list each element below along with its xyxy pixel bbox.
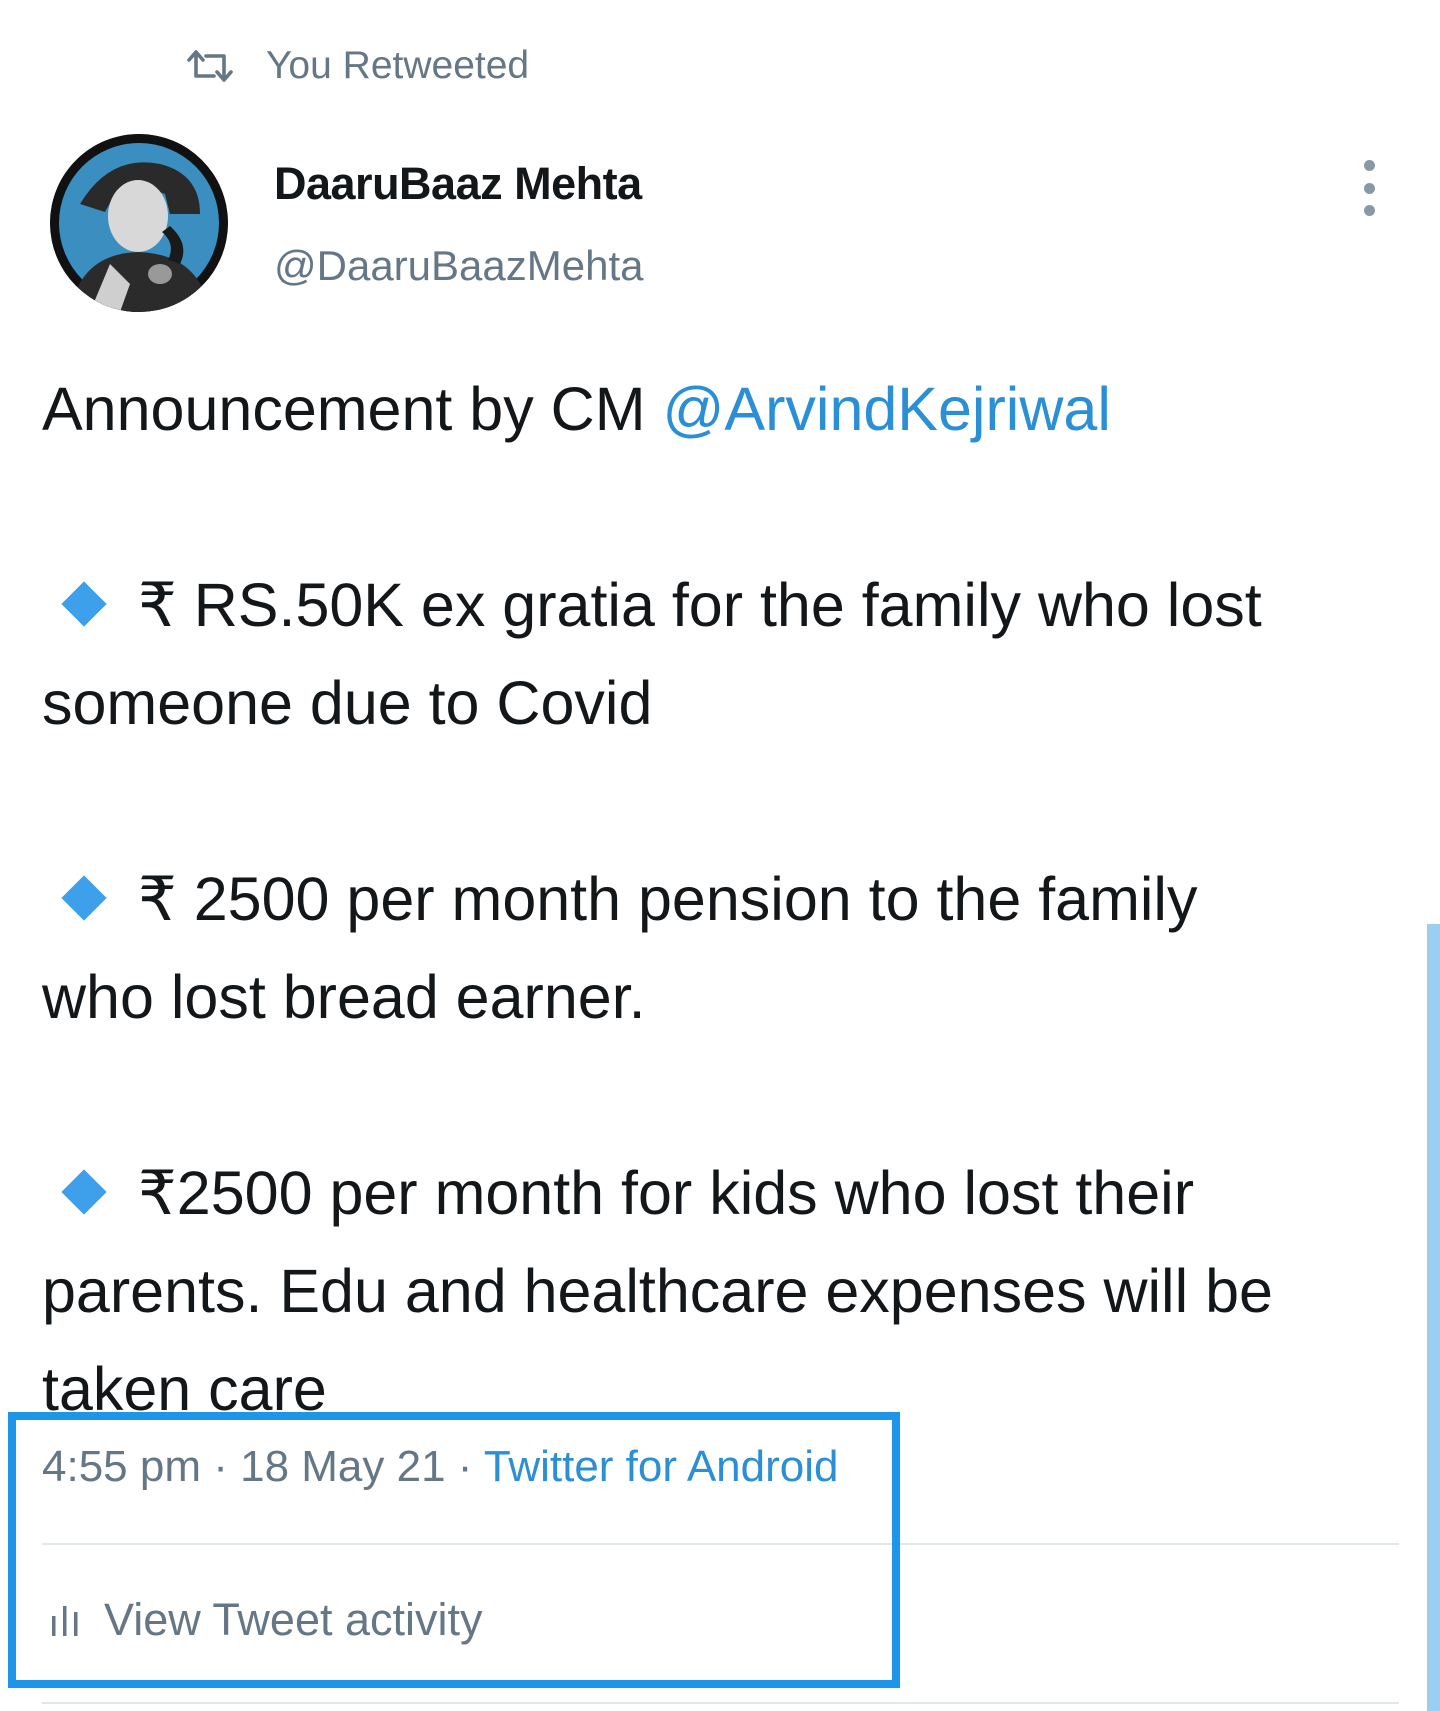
more-dot xyxy=(1363,205,1375,216)
retweet-label: You Retweeted xyxy=(266,44,530,87)
bullet-item: ₹ RS.50K ex gratia for the family who lo… xyxy=(42,556,1392,654)
divider xyxy=(42,1543,1399,1545)
more-options-button[interactable] xyxy=(1352,160,1386,216)
avatar[interactable] xyxy=(50,134,228,312)
bullet-text: ₹ RS.50K ex gratia for the family who lo… xyxy=(138,571,1262,639)
divider xyxy=(42,1702,1399,1704)
avatar-detective-icon xyxy=(50,134,228,312)
bullet-item: ₹2500 per month for kids who lost their xyxy=(42,1144,1392,1242)
bullet-text-cont: who lost bread earner. xyxy=(42,963,646,1031)
blue-diamond-icon xyxy=(61,1169,107,1215)
mention-link[interactable]: @ArvindKejriwal xyxy=(662,375,1110,443)
bullet-text-cont: someone due to Covid xyxy=(42,669,653,737)
more-dot xyxy=(1363,182,1375,194)
tweet-meta: 4:55 pm · 18 May 21 · Twitter for Androi… xyxy=(42,1442,838,1492)
bullet-text-cont: taken care xyxy=(42,1355,327,1423)
bullet-text: ₹ 2500 per month pension to the family xyxy=(138,865,1198,933)
blue-diamond-icon xyxy=(61,875,107,921)
tweet-line: Announcement by CM @ArvindKejriwal xyxy=(42,360,1392,458)
blue-diamond-icon xyxy=(61,581,107,627)
retweet-icon xyxy=(187,50,233,82)
author-handle[interactable]: @DaaruBaazMehta xyxy=(274,242,644,290)
meta-separator: · xyxy=(200,1442,241,1491)
view-tweet-activity-button[interactable]: View Tweet activity xyxy=(50,1594,483,1646)
scrollbar[interactable] xyxy=(1427,924,1440,1711)
activity-label: View Tweet activity xyxy=(104,1594,483,1645)
tweet-date: 18 May 21 xyxy=(240,1442,446,1491)
tweet-time: 4:55 pm xyxy=(42,1442,201,1491)
tweet-text: Announcement by CM @ArvindKejriwal ₹ RS.… xyxy=(42,360,1392,1438)
bullet-text-cont: parents. Edu and healthcare expenses wil… xyxy=(42,1257,1273,1325)
meta-separator: · xyxy=(445,1442,484,1491)
tweet-source-link[interactable]: Twitter for Android xyxy=(484,1442,839,1491)
retweet-context: You Retweeted xyxy=(186,38,529,94)
bullet-text: ₹2500 per month for kids who lost their xyxy=(138,1159,1195,1227)
tweet-intro: Announcement by CM xyxy=(42,375,663,443)
author-name[interactable]: DaaruBaaz Mehta xyxy=(274,158,642,210)
bullet-item: ₹ 2500 per month pension to the family xyxy=(42,850,1392,948)
more-dot xyxy=(1363,160,1375,171)
bar-chart-icon xyxy=(52,1606,78,1636)
